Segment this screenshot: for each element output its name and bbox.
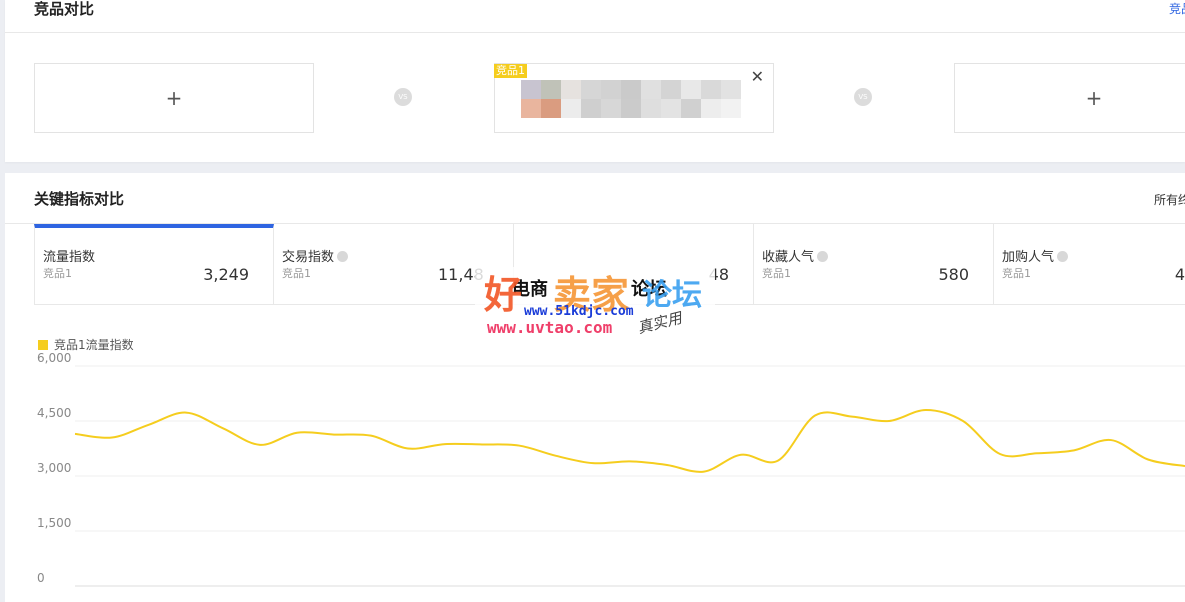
thumbnail-tile [601, 80, 621, 99]
thumbnail-tile [621, 80, 641, 99]
y-tick-label: 3,000 [37, 461, 71, 475]
add-competitor-slot-1[interactable]: + [34, 63, 314, 133]
traffic-line-chart: 0 1,500 3,000 4,500 6,000 [37, 351, 1185, 587]
product-thumbnail [521, 80, 743, 118]
selected-competitor-slot[interactable]: 竞品1 ✕ [494, 63, 774, 133]
y-tick-label: 0 [37, 571, 45, 585]
metric-label: 收藏人气 [762, 246, 829, 265]
metric-sub: 竞品1 [1002, 267, 1031, 280]
competitor-tag: 竞品1 [494, 64, 527, 78]
thumbnail-tile [701, 99, 721, 118]
divider [5, 32, 1185, 33]
data-point[interactable] [1142, 454, 1154, 466]
vs-icon: VS [854, 88, 872, 106]
thumbnail-tile [541, 99, 561, 118]
metric-value: 4 [1174, 265, 1185, 284]
data-point[interactable] [69, 428, 81, 440]
data-point[interactable] [957, 415, 969, 427]
thumbnail-tile [581, 80, 601, 99]
data-point[interactable] [846, 411, 858, 423]
data-point[interactable] [180, 407, 192, 419]
info-icon[interactable] [1057, 251, 1069, 262]
data-point[interactable] [106, 432, 118, 444]
data-point[interactable] [624, 455, 636, 467]
data-point[interactable] [143, 419, 155, 431]
thumbnail-tile [521, 80, 541, 99]
data-point[interactable] [254, 439, 266, 451]
metric-sub: 竞品1 [43, 267, 72, 280]
metric-tab-trade[interactable]: 交易指数 竞品1 11,48 [274, 224, 514, 305]
data-point[interactable] [439, 438, 451, 450]
data-point[interactable] [587, 457, 599, 469]
data-point[interactable] [698, 466, 710, 478]
thumbnail-tile [681, 99, 701, 118]
data-point[interactable] [513, 440, 525, 452]
thumbnail-tile [661, 99, 681, 118]
thumbnail-tile [561, 80, 581, 99]
metric-value: 3,249 [203, 265, 249, 284]
thumbnail-tile [721, 99, 741, 118]
vs-icon: VS [394, 88, 412, 106]
y-tick-label: 4,500 [37, 406, 71, 420]
metric-label: 交易指数 [282, 246, 349, 265]
all-terminals-dropdown[interactable]: 所有终 [1154, 191, 1185, 208]
add-competitor-slot-3[interactable]: + [954, 63, 1185, 133]
metric-tab-3[interactable]: 48 [514, 224, 754, 305]
thumbnail-tile [621, 99, 641, 118]
panel-title: 竞品对比 [34, 0, 95, 18]
data-point[interactable] [1068, 444, 1080, 456]
metric-label: 加购人气 [1002, 246, 1069, 265]
thumbnail-tile [601, 99, 621, 118]
competitor-compare-panel: 竞品对比 竞品 + VS 竞品1 ✕ VS + [5, 0, 1185, 162]
data-point[interactable] [735, 449, 747, 461]
thumbnail-tile [641, 99, 661, 118]
thumbnail-tile [581, 99, 601, 118]
thumbnail-tile [641, 80, 661, 99]
close-icon[interactable]: ✕ [751, 69, 764, 85]
data-point[interactable] [476, 438, 488, 450]
metric-tab-cart[interactable]: 加购人气 竞品1 4 [994, 224, 1185, 305]
metric-tab-traffic[interactable]: 流量指数 竞品1 3,249 [34, 224, 274, 305]
data-point[interactable] [809, 410, 821, 422]
compare-corner-link[interactable]: 竞品 [1169, 0, 1185, 17]
thumbnail-tile [661, 80, 681, 99]
thumbnail-tile [521, 99, 541, 118]
data-point[interactable] [550, 450, 562, 462]
data-point[interactable] [994, 448, 1006, 460]
metric-value: 11,48 [438, 265, 484, 284]
y-tick-label: 1,500 [37, 516, 71, 530]
info-icon[interactable] [337, 251, 349, 262]
plus-icon: + [1085, 86, 1103, 110]
data-point[interactable] [402, 443, 414, 455]
metric-label: 流量指数 [43, 250, 96, 265]
metric-sub: 竞品1 [282, 267, 311, 280]
data-point[interactable] [365, 430, 377, 442]
data-point[interactable] [328, 429, 340, 441]
data-point[interactable] [1179, 460, 1185, 472]
data-point[interactable] [217, 422, 229, 434]
panel-title: 关键指标对比 [34, 190, 125, 208]
data-point[interactable] [920, 404, 932, 416]
metric-tab-favorites[interactable]: 收藏人气 竞品1 580 [754, 224, 994, 305]
data-point[interactable] [291, 427, 303, 439]
key-metrics-panel: 关键指标对比 所有终 流量指数 竞品1 3,249 交易指数 竞品1 11,48… [5, 173, 1185, 602]
metric-value: 48 [708, 265, 729, 284]
thumbnail-tile [721, 80, 741, 99]
data-point[interactable] [661, 459, 673, 471]
data-point[interactable] [1105, 434, 1117, 446]
thumbnail-tile [561, 99, 581, 118]
info-icon[interactable] [817, 251, 829, 262]
data-point[interactable] [772, 455, 784, 467]
thumbnail-tile [701, 80, 721, 99]
thumbnail-tile [541, 80, 561, 99]
metric-sub: 竞品1 [762, 267, 791, 280]
plus-icon: + [165, 86, 183, 110]
y-tick-label: 6,000 [37, 351, 71, 365]
data-point[interactable] [883, 415, 895, 427]
metric-value: 580 [938, 265, 969, 284]
data-point[interactable] [1031, 447, 1043, 459]
thumbnail-tile [681, 80, 701, 99]
